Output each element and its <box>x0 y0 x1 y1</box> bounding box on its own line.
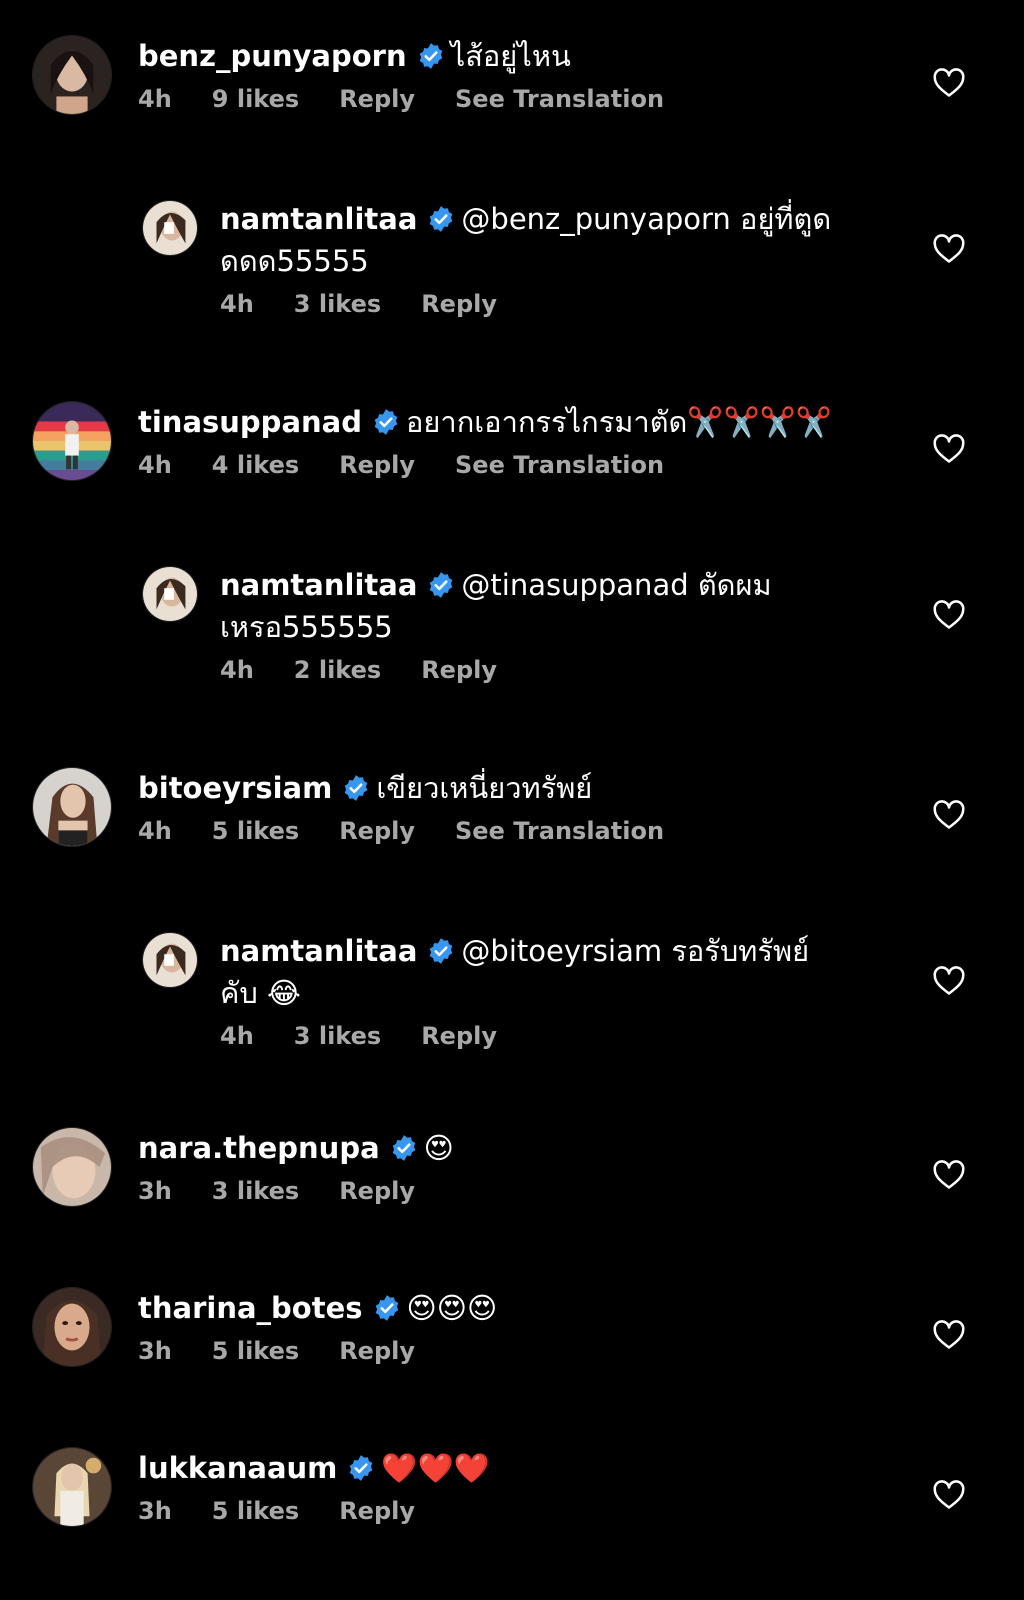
reply-button[interactable]: Reply <box>339 817 415 845</box>
avatar[interactable] <box>32 767 112 847</box>
comment-username[interactable]: bitoeyrsiam <box>138 771 332 805</box>
heart-outline-icon[interactable] <box>932 66 966 98</box>
likes-count[interactable]: 3 likes <box>294 1022 381 1050</box>
comment-time: 4h <box>138 85 172 113</box>
likes-count[interactable]: 5 likes <box>212 817 299 845</box>
comment-meta: 4h 3 likes Reply <box>220 1022 840 1050</box>
comment-text: ❤️❤️❤️ <box>381 1451 490 1485</box>
verified-badge-icon <box>427 571 455 599</box>
likes-count[interactable]: 9 likes <box>212 85 299 113</box>
comment-meta: 4h 5 likes Reply See Translation <box>138 817 798 845</box>
likes-count[interactable]: 2 likes <box>294 656 381 684</box>
avatar[interactable] <box>32 1127 112 1207</box>
verified-badge-icon <box>342 774 370 802</box>
likes-count[interactable]: 3 likes <box>294 290 381 318</box>
reply-button[interactable]: Reply <box>421 1022 497 1050</box>
heart-outline-icon[interactable] <box>932 798 966 830</box>
comment-text: 😍😍😍 <box>406 1291 498 1325</box>
heart-outline-icon[interactable] <box>932 432 966 464</box>
see-translation-button[interactable]: See Translation <box>455 85 664 113</box>
reply-button[interactable]: Reply <box>339 1177 415 1205</box>
heart-outline-icon[interactable] <box>932 1318 966 1350</box>
reply-button[interactable]: Reply <box>339 85 415 113</box>
comment-time: 3h <box>138 1177 172 1205</box>
reply-button[interactable]: Reply <box>339 1337 415 1365</box>
verified-badge-icon <box>390 1134 418 1162</box>
verified-badge-icon <box>427 937 455 965</box>
comment-time: 4h <box>220 1022 254 1050</box>
heart-outline-icon[interactable] <box>932 598 966 630</box>
comment-text: ไส้อยู่ไหน <box>450 39 571 73</box>
heart-outline-icon[interactable] <box>932 964 966 996</box>
comment-username[interactable]: benz_punyaporn <box>138 39 407 73</box>
likes-count[interactable]: 5 likes <box>212 1497 299 1525</box>
avatar[interactable] <box>32 1287 112 1367</box>
comment-meta: 3h 5 likes Reply <box>138 1497 798 1525</box>
see-translation-button[interactable]: See Translation <box>455 451 664 479</box>
comment-meta: 4h 3 likes Reply <box>220 290 840 318</box>
avatar[interactable] <box>142 200 198 256</box>
avatar[interactable] <box>142 932 198 988</box>
comment-meta: 4h 9 likes Reply See Translation <box>138 85 798 113</box>
comment-time: 3h <box>138 1497 172 1525</box>
reply-button[interactable]: Reply <box>339 451 415 479</box>
comment-username[interactable]: namtanlitaa <box>220 568 417 602</box>
comment-time: 4h <box>138 451 172 479</box>
avatar[interactable] <box>32 35 112 115</box>
verified-badge-icon <box>427 205 455 233</box>
heart-outline-icon[interactable] <box>932 232 966 264</box>
verified-badge-icon <box>373 1294 401 1322</box>
comment-text: เขียวเหนี่ยวทรัพย์ <box>376 771 593 805</box>
comment-username[interactable]: namtanlitaa <box>220 202 417 236</box>
comment-meta: 4h 4 likes Reply See Translation <box>138 451 858 479</box>
comment-meta: 3h 5 likes Reply <box>138 1337 798 1365</box>
likes-count[interactable]: 5 likes <box>212 1337 299 1365</box>
heart-outline-icon[interactable] <box>932 1158 966 1190</box>
comment-meta: 4h 2 likes Reply <box>220 656 800 684</box>
comment-time: 3h <box>138 1337 172 1365</box>
see-translation-button[interactable]: See Translation <box>455 817 664 845</box>
comment-username[interactable]: tharina_botes <box>138 1291 363 1325</box>
comment-username[interactable]: namtanlitaa <box>220 934 417 968</box>
comment-time: 4h <box>220 656 254 684</box>
comment-time: 4h <box>138 817 172 845</box>
verified-badge-icon <box>372 408 400 436</box>
reply-button[interactable]: Reply <box>421 290 497 318</box>
comment-username[interactable]: nara.thepnupa <box>138 1131 380 1165</box>
comment-username[interactable]: lukkanaaum <box>138 1451 337 1485</box>
comment-time: 4h <box>220 290 254 318</box>
likes-count[interactable]: 4 likes <box>212 451 299 479</box>
avatar[interactable] <box>32 401 112 481</box>
verified-badge-icon <box>417 42 445 70</box>
reply-button[interactable]: Reply <box>339 1497 415 1525</box>
likes-count[interactable]: 3 likes <box>212 1177 299 1205</box>
comment-username[interactable]: tinasuppanad <box>138 405 362 439</box>
avatar[interactable] <box>142 566 198 622</box>
comment-text: อยากเอากรรไกรมาตัด✂️✂️✂️✂️ <box>406 405 832 439</box>
heart-outline-icon[interactable] <box>932 1478 966 1510</box>
verified-badge-icon <box>347 1454 375 1482</box>
avatar[interactable] <box>32 1447 112 1527</box>
reply-button[interactable]: Reply <box>421 656 497 684</box>
comment-meta: 3h 3 likes Reply <box>138 1177 798 1205</box>
comment-text: 😍 <box>423 1131 454 1165</box>
